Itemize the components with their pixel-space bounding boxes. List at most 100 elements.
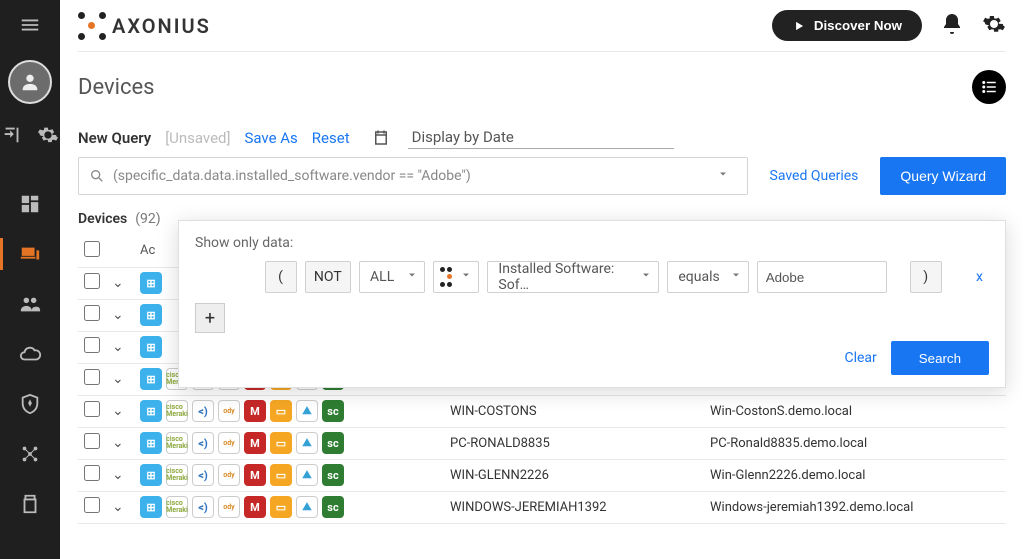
expand-icon[interactable]: ⌄ <box>112 339 124 355</box>
table-row[interactable]: ⌄ ⊞ ciscoMeraki <) ody M ▭ ⛰ sc WIN-COST… <box>78 395 1006 427</box>
name-cell: Win-CostonS.demo.local <box>704 395 1006 427</box>
meraki-icon: ciscoMeraki <box>166 432 188 454</box>
row-checkbox[interactable] <box>84 337 100 353</box>
adapter-icons: ⊞ ciscoMeraki <) ody M ▭ ⛰ sc <box>140 432 438 454</box>
tanium-icon: <) <box>192 496 214 518</box>
security-center-icon: sc <box>322 400 344 422</box>
row-checkbox[interactable] <box>84 465 100 481</box>
saved-queries-link[interactable]: Saved Queries <box>756 168 873 184</box>
windows-icon: ⊞ <box>140 496 162 518</box>
chevron-down-icon[interactable] <box>717 168 737 184</box>
row-checkbox[interactable] <box>84 433 100 449</box>
chevron-down-icon <box>730 269 742 285</box>
query-wizard-button[interactable]: Query Wizard <box>880 157 1006 195</box>
meraki-icon: ciscoMeraki <box>166 496 188 518</box>
query-text: (specific_data.data.installed_software.v… <box>113 168 471 184</box>
vmware-icon: ▭ <box>270 432 292 454</box>
entity-count: (92) <box>135 211 160 227</box>
search-button[interactable]: Search <box>891 341 989 375</box>
name-cell: PC-Ronald8835.demo.local <box>704 427 1006 459</box>
row-checkbox[interactable] <box>84 497 100 513</box>
table-row[interactable]: ⌄ ⊞ ciscoMeraki <) ody M ▭ ⛰ sc WIN-GLEN… <box>78 459 1006 491</box>
select-all-checkbox[interactable] <box>84 241 100 257</box>
import-icon[interactable] <box>1 124 23 150</box>
expand-icon[interactable]: ⌄ <box>112 275 124 291</box>
windows-icon: ⊞ <box>140 400 162 422</box>
calendar-icon[interactable] <box>372 129 390 147</box>
rparen-chip[interactable]: ) <box>910 261 942 293</box>
display-by-date[interactable]: Display by Date <box>408 126 674 149</box>
odyseum-icon: ody <box>218 496 240 518</box>
reset-link[interactable]: Reset <box>312 129 350 147</box>
row-checkbox[interactable] <box>84 369 100 385</box>
adapter-select[interactable] <box>433 261 479 293</box>
show-only-label: Show only data: <box>195 235 989 251</box>
odyseum-icon: ody <box>218 432 240 454</box>
windows-icon: ⊞ <box>140 304 162 326</box>
mcafee-icon: M <box>244 464 266 486</box>
query-status: [Unsaved] <box>165 129 230 147</box>
vmware-icon: ▭ <box>270 400 292 422</box>
expand-icon[interactable]: ⌄ <box>112 371 124 387</box>
expand-icon[interactable]: ⌄ <box>112 467 124 483</box>
expand-icon[interactable]: ⌄ <box>112 435 124 451</box>
list-view-button[interactable] <box>972 70 1006 104</box>
brand-mark-icon <box>78 12 106 40</box>
windows-icon: ⊞ <box>140 432 162 454</box>
nav-cloud[interactable] <box>10 334 50 374</box>
nav-enforcement[interactable] <box>10 384 50 424</box>
expand-icon[interactable]: ⌄ <box>112 499 124 515</box>
azure-icon: ⛰ <box>296 464 318 486</box>
operator-select[interactable]: equals <box>667 261 748 293</box>
nav-dashboard[interactable] <box>10 184 50 224</box>
avatar[interactable] <box>8 60 52 104</box>
chevron-down-icon <box>406 269 418 285</box>
mcafee-icon: M <box>244 496 266 518</box>
azure-icon: ⛰ <box>296 432 318 454</box>
clear-button[interactable]: Clear <box>844 350 876 366</box>
table-row[interactable]: ⌄ ⊞ ciscoMeraki <) ody M ▭ ⛰ sc PC-RONAL… <box>78 427 1006 459</box>
adapter-icons: ⊞ ciscoMeraki <) ody M ▭ ⛰ sc <box>140 496 438 518</box>
settings-icon[interactable] <box>37 124 59 150</box>
page-title: Devices <box>78 75 155 100</box>
brand-text: AXONIUS <box>112 14 211 38</box>
scope-select[interactable]: ALL <box>359 261 425 293</box>
expand-icon[interactable]: ⌄ <box>112 403 124 419</box>
nav-reports[interactable] <box>10 484 50 524</box>
nav-users[interactable] <box>10 284 50 324</box>
brand-logo[interactable]: AXONIUS <box>78 12 211 40</box>
add-condition-button[interactable]: + <box>195 303 225 333</box>
not-chip[interactable]: NOT <box>305 261 351 293</box>
search-icon <box>89 168 105 184</box>
save-as-link[interactable]: Save As <box>244 129 297 147</box>
tanium-icon: <) <box>192 400 214 422</box>
host-cell: PC-RONALD8835 <box>444 427 704 459</box>
entity-label: Devices <box>78 211 127 227</box>
expand-icon[interactable]: ⌄ <box>112 307 124 323</box>
bell-icon[interactable] <box>940 12 964 40</box>
row-checkbox[interactable] <box>84 305 100 321</box>
row-checkbox[interactable] <box>84 273 100 289</box>
query-header: New Query [Unsaved] Save As Reset Displa… <box>78 126 1006 149</box>
name-cell: Windows-jeremiah1392.demo.local <box>704 491 1006 523</box>
table-row[interactable]: ⌄ ⊞ ciscoMeraki <) ody M ▭ ⛰ sc WINDOWS-… <box>78 491 1006 523</box>
query-wizard-panel: Show only data: ( NOT ALL Installed Soft… <box>178 220 1006 388</box>
value-input[interactable] <box>757 261 887 293</box>
discover-now-button[interactable]: Discover Now <box>772 10 922 41</box>
gear-icon[interactable] <box>982 12 1006 40</box>
nav-devices[interactable] <box>10 234 50 274</box>
mcafee-icon: M <box>244 432 266 454</box>
odyseum-icon: ody <box>218 400 240 422</box>
query-search-input[interactable]: (specific_data.data.installed_software.v… <box>78 157 748 195</box>
menu-icon[interactable] <box>19 14 41 40</box>
security-center-icon: sc <box>322 432 344 454</box>
windows-icon: ⊞ <box>140 464 162 486</box>
field-select[interactable]: Installed Software: Sof… <box>487 261 659 293</box>
windows-icon: ⊞ <box>140 368 162 390</box>
tanium-icon: <) <box>192 432 214 454</box>
remove-condition-button[interactable]: x <box>970 269 989 285</box>
windows-icon: ⊞ <box>140 336 162 358</box>
nav-adapters[interactable] <box>10 434 50 474</box>
lparen-chip[interactable]: ( <box>265 261 297 293</box>
row-checkbox[interactable] <box>84 401 100 417</box>
